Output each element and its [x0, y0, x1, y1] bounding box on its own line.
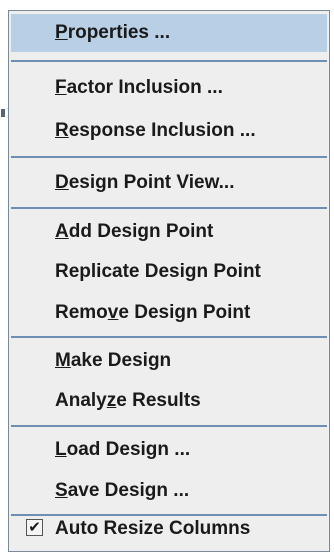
- menu-item-label: Response Inclusion ...: [55, 120, 256, 141]
- menu-item-label: Analyze Results: [55, 390, 201, 411]
- menu-separator: [11, 425, 327, 427]
- menu-item-label: Make Design: [55, 350, 172, 371]
- menu-separator: [11, 156, 327, 158]
- menu-item-response-inclusion[interactable]: Response Inclusion ...: [11, 112, 327, 150]
- menu-item-design-point-view[interactable]: Design Point View...: [11, 164, 327, 202]
- menu-item-replicate-design-point[interactable]: Replicate Design Point: [11, 253, 327, 291]
- menu-item-load-design[interactable]: Load Design ...: [11, 431, 327, 469]
- menu-item-properties[interactable]: Properties ...: [11, 14, 327, 52]
- background-window-mark: [1, 109, 5, 117]
- menu-item-label: Replicate Design Point: [55, 261, 261, 282]
- menu-item-label: Properties ...: [55, 22, 171, 43]
- menu-item-save-design[interactable]: Save Design ...: [11, 472, 327, 510]
- menu-item-label: Remove Design Point: [55, 302, 251, 323]
- menu-item-add-design-point[interactable]: Add Design Point: [11, 213, 327, 251]
- menu-item-analyze-results[interactable]: Analyze Results: [11, 382, 327, 420]
- menu-item-label: Factor Inclusion ...: [55, 77, 223, 98]
- menu-item-label: Load Design ...: [55, 439, 191, 460]
- menu-item-label: Save Design ...: [55, 480, 190, 501]
- menu-item-label: Add Design Point: [55, 221, 214, 242]
- menu-item-label: Auto Resize Columns: [55, 518, 251, 539]
- checkbox-check-icon[interactable]: ✔: [26, 519, 43, 536]
- menu-item-make-design[interactable]: Make Design: [11, 342, 327, 380]
- menu-separator: [11, 207, 327, 209]
- menu-separator: [11, 336, 327, 338]
- menu-separator: [11, 60, 327, 62]
- menu-item-auto-resize-columns[interactable]: ✔ Auto Resize Columns: [11, 510, 327, 548]
- context-menu: Properties ... Factor Inclusion ... Resp…: [8, 10, 330, 552]
- menu-item-remove-design-point[interactable]: Remove Design Point: [11, 294, 327, 332]
- menu-item-factor-inclusion[interactable]: Factor Inclusion ...: [11, 69, 327, 107]
- menu-item-label: Design Point View...: [55, 172, 235, 193]
